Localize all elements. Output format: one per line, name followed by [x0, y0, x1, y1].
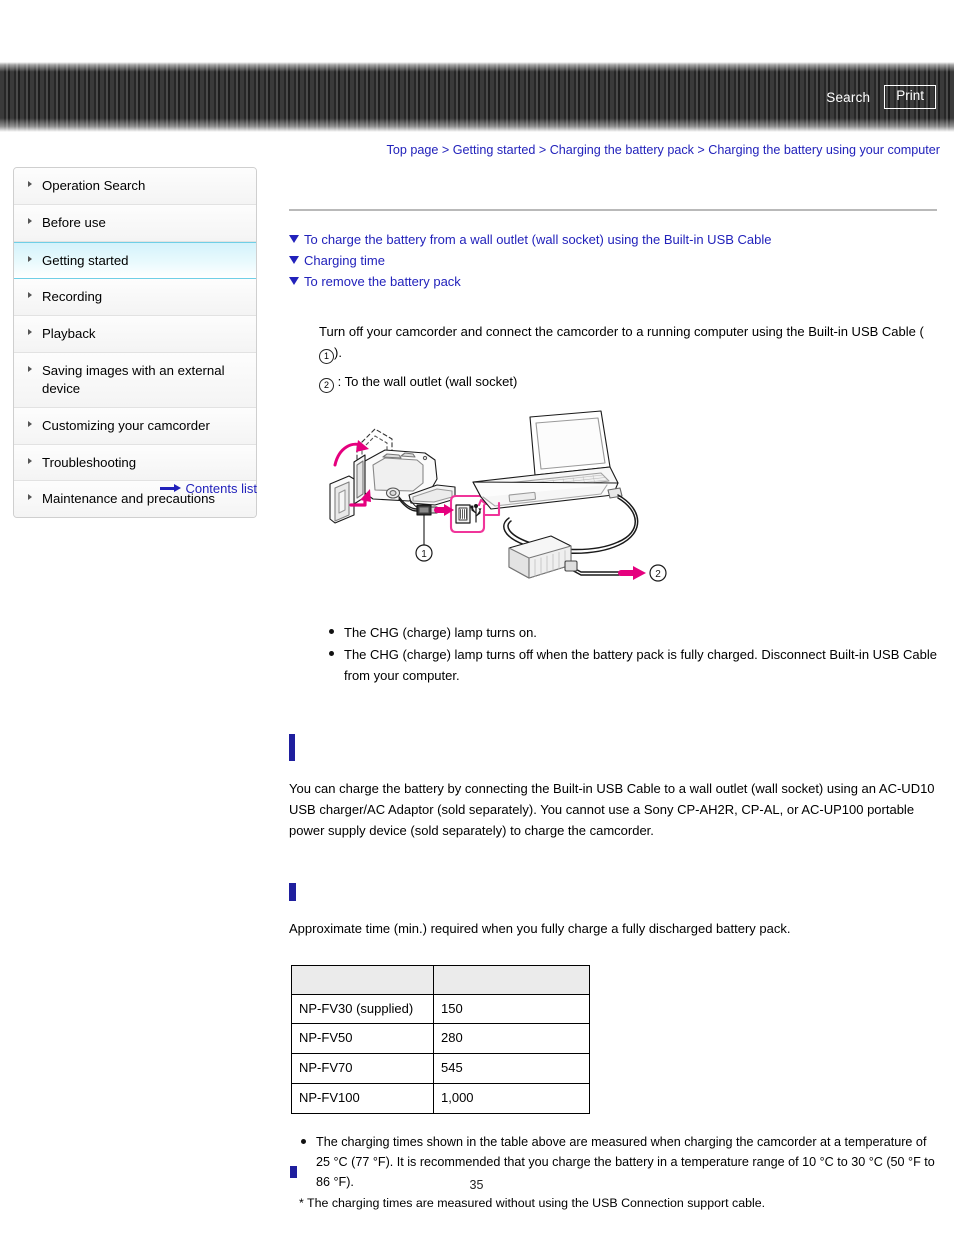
section-heading-marker	[289, 734, 295, 762]
page-number: 35	[469, 1178, 484, 1192]
callout-marker-2: 2	[319, 378, 334, 394]
jump-link-wall-outlet[interactable]: To charge the battery from a wall outlet…	[289, 229, 937, 250]
table-cell-time: 280	[433, 1023, 590, 1055]
sidebar-item-customizing-your-camcorder[interactable]: Customizing your camcorder	[14, 407, 256, 445]
header-actions: Search Print	[826, 62, 936, 132]
main-content: To charge the battery from a wall outlet…	[289, 200, 937, 1214]
step-line-1-text-a: Turn off your camcorder and connect the …	[319, 324, 924, 340]
breadcrumb-item-charging-the-battery-pack[interactable]: Charging the battery pack	[550, 143, 694, 157]
chevron-right-icon	[28, 366, 32, 373]
sidebar-item-playback[interactable]: Playback	[14, 316, 256, 354]
svg-text:1: 1	[421, 549, 427, 560]
chg-lamp-notes: The CHG (charge) lamp turns on. The CHG …	[327, 622, 937, 686]
footnote: * The charging times are measured withou…	[299, 1196, 766, 1211]
chevron-right-icon	[28, 217, 32, 224]
breadcrumb-separator: >	[697, 143, 705, 157]
sidebar-item-label: Troubleshooting	[42, 454, 137, 470]
table-cell-battery: NP-FV100	[291, 1083, 434, 1114]
breadcrumb-item-charging-the-battery-using-your-computer[interactable]: Charging the battery using your computer	[708, 143, 940, 157]
section-heading-marker	[290, 1166, 297, 1178]
jump-link-charging-time[interactable]: Charging time	[289, 250, 937, 271]
table-head	[291, 964, 590, 995]
chevron-right-icon	[28, 457, 32, 464]
table-cell-battery: NP-FV30 (supplied)	[291, 993, 434, 1025]
section-heading-marker-bar	[290, 1166, 297, 1178]
breadcrumb-separator: >	[441, 143, 450, 157]
chevron-right-icon	[28, 494, 32, 501]
sidebar-item-operation-search[interactable]: Operation Search	[14, 168, 256, 205]
search-button[interactable]: Search	[826, 90, 870, 105]
sidebar-item-label: Recording	[42, 289, 103, 305]
breadcrumb-separator: >	[538, 143, 547, 157]
jump-link-label: Charging time	[304, 253, 385, 269]
table-cell-time: 1,000	[433, 1083, 590, 1114]
contents-list-link[interactable]: Contents list	[160, 481, 257, 496]
sidebar-item-getting-started[interactable]: Getting started	[14, 241, 256, 280]
table-row: NP-FV30 (supplied) 150	[291, 993, 590, 1025]
table-cell-time: 545	[433, 1053, 590, 1085]
charging-time-table: NP-FV30 (supplied) 150 NP-FV50 280 NP-FV…	[291, 964, 590, 1114]
jump-link-label: To charge the battery from a wall outlet…	[304, 232, 772, 247]
triangle-down-icon	[289, 235, 299, 243]
section-heading-marker	[289, 883, 296, 902]
arrow-right-icon	[160, 484, 182, 492]
sidebar-item-before-use[interactable]: Before use	[14, 204, 256, 242]
table-header-time	[433, 964, 590, 995]
chevron-right-icon	[28, 255, 32, 262]
list-item: The CHG (charge) lamp turns off when the…	[327, 644, 937, 686]
section-charging-time-intro: Approximate time (min.) required when yo…	[289, 921, 791, 937]
chevron-right-icon	[28, 329, 32, 336]
step-instructions: Turn off your camcorder and connect the …	[289, 321, 937, 394]
content-divider	[289, 209, 937, 211]
sidebar-item-saving-images-external-device[interactable]: Saving images with an external device	[14, 353, 256, 408]
breadcrumb-item-top-page[interactable]: Top page	[387, 143, 439, 157]
sidebar-item-label: Operation Search	[42, 178, 146, 193]
sidebar-item-label: Playback	[42, 326, 96, 342]
step-line-2-text: : To the wall outlet (wall socket)	[337, 374, 518, 390]
sidebar-item-recording[interactable]: Recording	[14, 279, 256, 317]
svg-text:2: 2	[655, 569, 661, 580]
table-header-battery	[291, 964, 434, 995]
sidebar-item-label: Getting started	[42, 252, 129, 268]
section-charging-time: Approximate time (min.) required when yo…	[289, 883, 937, 1214]
sidebar-nav: Operation Search Before use Getting star…	[13, 167, 257, 519]
chevron-right-icon	[28, 292, 32, 299]
table-row: NP-FV100 1,000	[291, 1083, 590, 1114]
table-cell-time: 150	[433, 993, 590, 1025]
page-header-band: Search Print	[0, 62, 954, 132]
jump-link-remove-battery-pack[interactable]: To remove the battery pack	[289, 271, 937, 292]
triangle-down-icon	[289, 277, 299, 286]
sidebar-item-troubleshooting[interactable]: Troubleshooting	[14, 444, 256, 482]
chevron-right-icon	[28, 420, 32, 427]
charging-time-notes: The charging times shown in the table ab…	[299, 1132, 937, 1214]
sidebar-item-label: Customizing your camcorder	[42, 417, 210, 433]
list-item: The CHG (charge) lamp turns on.	[327, 622, 937, 643]
table-header-row	[291, 964, 590, 995]
sidebar-item-label: Before use	[42, 214, 106, 230]
chevron-right-icon	[28, 181, 32, 187]
sidebar-item-label: Saving images with an external device	[42, 363, 225, 396]
contents-list-label: Contents list	[185, 481, 257, 496]
section-wall-outlet-body: You can charge the battery by connecting…	[289, 781, 935, 839]
step-line-1-text-b: ).	[334, 345, 342, 361]
breadcrumb: Top page > Getting started > Charging th…	[320, 143, 940, 157]
jump-link-label: To remove the battery pack	[304, 274, 461, 290]
section-wall-outlet: You can charge the battery by connecting…	[289, 734, 937, 841]
print-button[interactable]: Print	[884, 85, 936, 109]
table-body: NP-FV30 (supplied) 150 NP-FV50 280 NP-FV…	[291, 993, 590, 1114]
step-line-1: Turn off your camcorder and connect the …	[319, 321, 937, 365]
table-cell-battery: NP-FV70	[291, 1053, 434, 1085]
table-cell-battery: NP-FV50	[291, 1023, 434, 1055]
callout-marker-1: 1	[319, 349, 334, 365]
table-row: NP-FV70 545	[291, 1053, 590, 1085]
camcorder-usb-charging-diagram: 1 2	[313, 405, 937, 608]
breadcrumb-item-getting-started[interactable]: Getting started	[453, 143, 536, 157]
triangle-down-icon	[289, 256, 299, 265]
table-row: NP-FV50 280	[291, 1023, 590, 1055]
step-line-2: 2 : To the wall outlet (wall socket)	[319, 371, 937, 394]
